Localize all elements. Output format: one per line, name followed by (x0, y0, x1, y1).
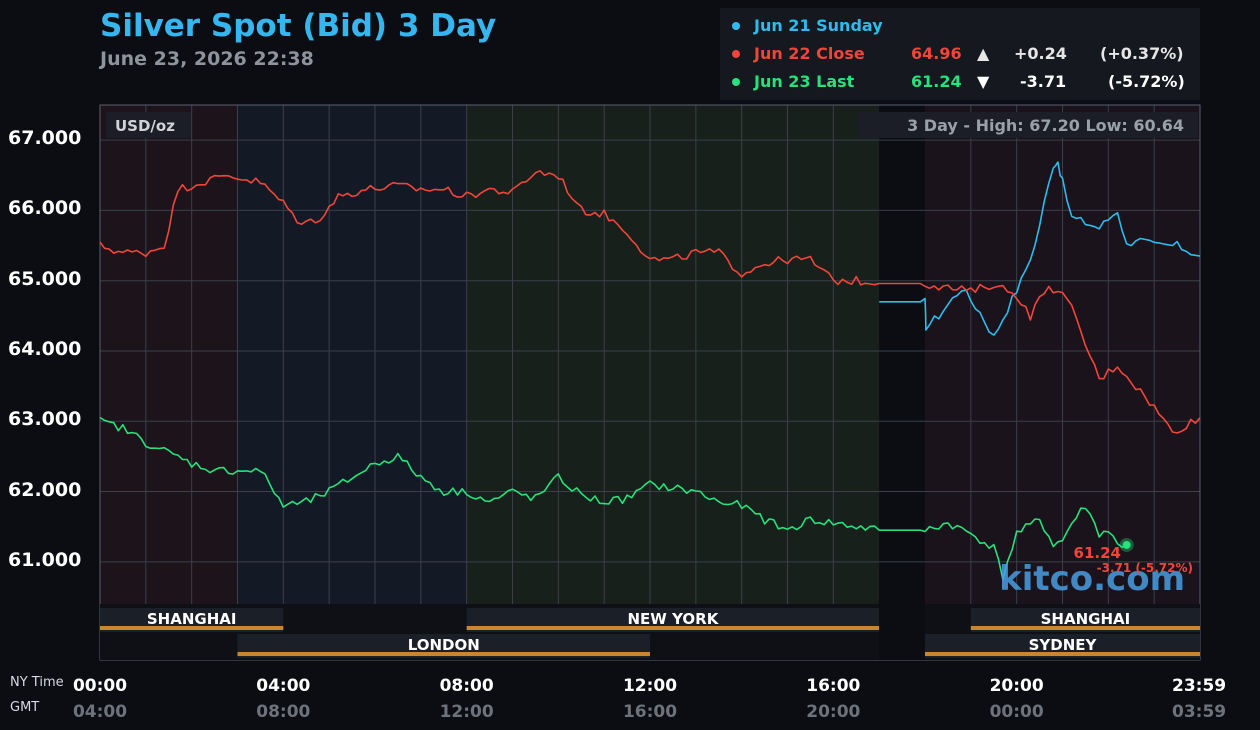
x-axis-row-label-gmt: GMT (10, 700, 40, 715)
session-band-shanghai (100, 105, 238, 604)
x-tick-label-gmt: 03:59 (1172, 702, 1227, 722)
session-label-shanghai: SHANGHAI (1041, 610, 1131, 628)
x-tick-label-gmt: 08:00 (256, 702, 311, 722)
last-change-label: -3.71 (-5.72%) (1097, 561, 1193, 575)
y-tick-label: 67.000 (8, 127, 82, 150)
x-tick-label-ny: 16:00 (806, 676, 861, 696)
price-chart[interactable]: USD/oz 3 Day - High: 67.20 Low: 60.64kitc… (0, 0, 1260, 730)
high-low-label: 3 Day - High: 67.20 Low: 60.64 (907, 116, 1184, 135)
x-tick-label-gmt: 20:00 (806, 702, 861, 722)
session-label-new-york: NEW YORK (628, 610, 720, 628)
session-band-london (237, 105, 467, 604)
x-tick-label-gmt: 04:00 (72, 702, 128, 722)
y-tick-label: 65.000 (8, 267, 82, 290)
last-value-label: 61.24 (1074, 544, 1121, 562)
x-tick-label-ny: 00:00 (72, 676, 128, 696)
session-label-london: LONDON (408, 636, 480, 654)
y-tick-label: 61.000 (8, 548, 82, 571)
market-closed-gap (879, 604, 925, 660)
x-tick-label-ny: 20:00 (989, 676, 1044, 696)
x-tick-label-ny: 08:00 (439, 676, 494, 696)
unit-label: USD/oz (115, 117, 175, 135)
x-tick-label-gmt: 12:00 (439, 702, 494, 722)
y-tick-label: 66.000 (8, 197, 82, 220)
x-tick-label-gmt: 00:00 (989, 702, 1044, 722)
y-tick-label: 63.000 (8, 408, 82, 431)
x-tick-label-gmt: 16:00 (622, 702, 678, 722)
x-tick-label-ny: 23:59 (1172, 676, 1227, 696)
y-tick-label: 62.000 (8, 478, 82, 501)
last-point-marker (1122, 540, 1131, 549)
market-closed-band (879, 105, 925, 660)
session-label-sydney: SYDNEY (1029, 636, 1098, 654)
x-tick-label-ny: 12:00 (622, 676, 678, 696)
x-tick-label-ny: 04:00 (256, 676, 311, 696)
y-tick-label: 64.000 (8, 337, 82, 360)
session-label-shanghai: SHANGHAI (147, 610, 237, 628)
